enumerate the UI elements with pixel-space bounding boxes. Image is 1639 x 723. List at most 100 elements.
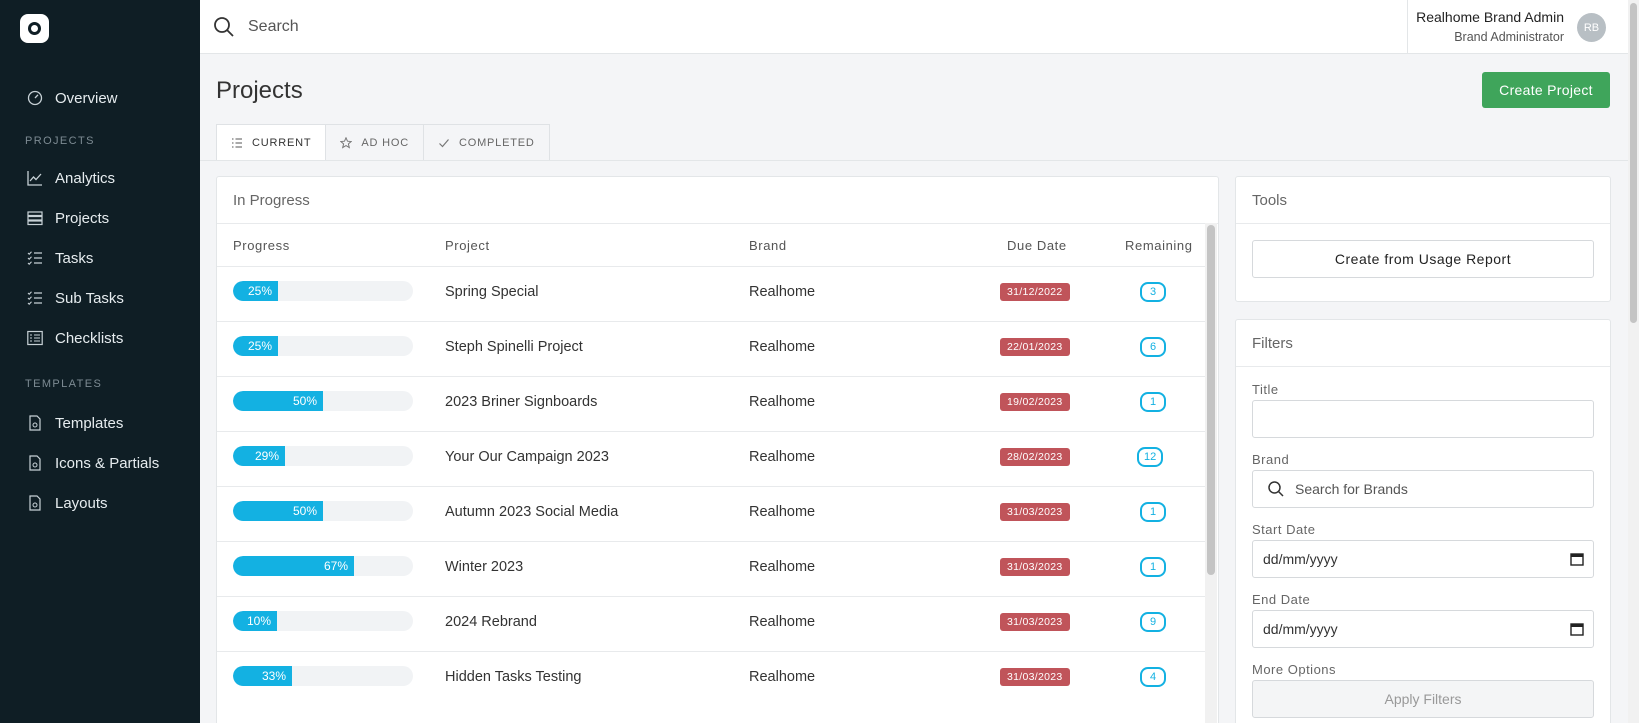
brand-name: Realhome bbox=[749, 394, 816, 410]
progress-bar: 50% bbox=[233, 501, 413, 521]
remaining-count-badge: 12 bbox=[1137, 447, 1164, 467]
create-from-usage-report-button[interactable]: Create from Usage Report bbox=[1252, 240, 1594, 278]
sidebar-item-label: Templates bbox=[55, 414, 124, 432]
remaining-count-badge: 6 bbox=[1140, 337, 1166, 357]
due-date-badge: 31/03/2023 bbox=[1000, 613, 1070, 631]
brand-name: Realhome bbox=[749, 284, 816, 300]
table-row[interactable]: 33% Hidden Tasks Testing Realhome 31/03/202… bbox=[217, 651, 1205, 706]
remaining-count-badge: 1 bbox=[1140, 502, 1166, 522]
table-row[interactable]: 10% 2024 Rebrand Realhome 31/03/2023 9 bbox=[217, 596, 1205, 651]
progress-fill: 33% bbox=[233, 666, 292, 686]
create-project-button[interactable]: Create Project bbox=[1482, 72, 1610, 108]
sidebar-item-label: Icons & Partials bbox=[55, 454, 160, 472]
sidebar-item-layouts[interactable]: Layouts bbox=[0, 485, 200, 521]
table-row[interactable]: 25% Steph Spinelli Project Realhome 22/01/2… bbox=[217, 321, 1205, 376]
project-tabs: CURRENT AD HOC COMPLETED bbox=[216, 124, 550, 161]
column-header-due-date[interactable]: Due Date bbox=[1007, 238, 1067, 253]
user-role: Brand Administrator bbox=[1454, 30, 1564, 44]
global-search-input[interactable] bbox=[248, 12, 948, 42]
project-name-link[interactable]: Hidden Tasks Testing bbox=[445, 669, 582, 685]
sidebar-item-overview[interactable]: Overview bbox=[0, 80, 200, 116]
project-name-link[interactable]: Autumn 2023 Social Media bbox=[445, 504, 618, 520]
tab-completed[interactable]: COMPLETED bbox=[423, 124, 550, 161]
project-name-link[interactable]: 2024 Rebrand bbox=[445, 614, 537, 630]
end-date-label: End Date bbox=[1252, 592, 1311, 607]
section-projects: PROJECTS bbox=[25, 135, 95, 147]
column-header-remaining[interactable]: Remaining bbox=[1125, 238, 1193, 253]
due-date-badge: 31/03/2023 bbox=[1000, 558, 1070, 576]
start-date-input[interactable]: dd/mm/yyyy bbox=[1252, 540, 1594, 578]
column-header-brand[interactable]: Brand bbox=[749, 238, 787, 253]
sidebar-item-templates[interactable]: Templates bbox=[0, 405, 200, 441]
progress-bar: 25% bbox=[233, 281, 413, 301]
search-icon bbox=[1267, 480, 1285, 498]
calendar-icon[interactable] bbox=[1570, 622, 1584, 636]
table-scrollbar[interactable] bbox=[1205, 223, 1217, 723]
table-row[interactable]: 67% Winter 2023 Realhome 31/03/2023 1 bbox=[217, 541, 1205, 596]
project-name-link[interactable]: Winter 2023 bbox=[445, 559, 523, 575]
column-header-progress[interactable]: Progress bbox=[233, 238, 290, 253]
brand-name: Realhome bbox=[749, 339, 816, 355]
apply-filters-button[interactable]: Apply Filters bbox=[1252, 680, 1594, 718]
page-scrollbar[interactable] bbox=[1628, 0, 1639, 723]
column-header-project[interactable]: Project bbox=[445, 238, 490, 253]
scrollbar-thumb[interactable] bbox=[1207, 225, 1215, 575]
remaining-count-badge: 9 bbox=[1140, 612, 1166, 632]
due-date-badge: 31/03/2023 bbox=[1000, 503, 1070, 521]
sidebar-item-icons-partials[interactable]: Icons & Partials bbox=[0, 445, 200, 481]
tab-label: CURRENT bbox=[252, 137, 312, 149]
due-date-badge: 31/12/2022 bbox=[1000, 283, 1070, 301]
sidebar-item-label: Checklists bbox=[55, 329, 124, 347]
card-title: Filters bbox=[1252, 335, 1293, 352]
search-icon bbox=[213, 16, 235, 38]
tab-current[interactable]: CURRENT bbox=[216, 124, 327, 161]
tab-ad-hoc[interactable]: AD HOC bbox=[326, 124, 424, 161]
brand-name: Realhome bbox=[749, 449, 816, 465]
table-row[interactable]: 50% 2023 Briner Signboards Realhome 19/02/2… bbox=[217, 376, 1205, 431]
remaining-count-badge: 1 bbox=[1140, 392, 1166, 412]
brand-name: Realhome bbox=[749, 669, 816, 685]
card-title: Tools bbox=[1252, 192, 1288, 209]
due-date-badge: 31/03/2023 bbox=[1000, 668, 1070, 686]
divider bbox=[200, 160, 1628, 161]
sidebar-item-analytics[interactable]: Analytics bbox=[0, 160, 200, 196]
remaining-count-badge: 3 bbox=[1140, 282, 1166, 302]
brand-filter-field[interactable]: Search for Brands bbox=[1252, 470, 1594, 508]
progress-fill: 25% bbox=[233, 336, 278, 356]
tab-label: AD HOC bbox=[361, 137, 409, 149]
sidebar-item-tasks[interactable]: Tasks bbox=[0, 240, 200, 276]
progress-fill: 67% bbox=[233, 556, 354, 576]
progress-bar: 50% bbox=[233, 391, 413, 411]
divider bbox=[217, 223, 1218, 224]
progress-bar: 25% bbox=[233, 336, 413, 356]
remaining-count-badge: 4 bbox=[1140, 667, 1166, 687]
table-row[interactable]: 29% Your Our Campaign 2023 Realhome 28/02/2… bbox=[217, 431, 1205, 486]
checklist-icon bbox=[25, 328, 45, 348]
sidebar-item-projects[interactable]: Projects bbox=[0, 200, 200, 236]
sidebar-item-label: Overview bbox=[55, 89, 118, 107]
project-name-link[interactable]: Spring Special bbox=[445, 284, 539, 300]
table-row[interactable]: 50% Autumn 2023 Social Media Realhome 31/03… bbox=[217, 486, 1205, 541]
chart-line-icon bbox=[25, 168, 45, 188]
section-templates: TEMPLATES bbox=[25, 378, 103, 390]
check-icon bbox=[438, 137, 450, 149]
brand-name: Realhome bbox=[749, 559, 816, 575]
avatar[interactable]: RB bbox=[1577, 13, 1606, 42]
project-name-link[interactable]: Your Our Campaign 2023 bbox=[445, 449, 609, 465]
project-name-link[interactable]: Steph Spinelli Project bbox=[445, 339, 583, 355]
sidebar-item-sub-tasks[interactable]: Sub Tasks bbox=[0, 280, 200, 316]
sidebar-item-checklists[interactable]: Checklists bbox=[0, 320, 200, 356]
calendar-icon[interactable] bbox=[1570, 552, 1584, 566]
list-icon bbox=[231, 137, 243, 149]
title-filter-input[interactable] bbox=[1252, 400, 1594, 438]
page-title: Projects bbox=[216, 77, 303, 104]
end-date-input[interactable]: dd/mm/yyyy bbox=[1252, 610, 1594, 648]
progress-fill: 25% bbox=[233, 281, 278, 301]
project-name-link[interactable]: 2023 Briner Signboards bbox=[445, 394, 597, 410]
user-name[interactable]: Realhome Brand Admin bbox=[1416, 9, 1564, 25]
more-options-toggle[interactable]: More Options bbox=[1252, 662, 1336, 677]
table-row[interactable]: 25% Spring Special Realhome 31/12/2022 3 bbox=[217, 266, 1205, 321]
scrollbar-thumb[interactable] bbox=[1630, 3, 1637, 323]
task-list-icon bbox=[25, 288, 45, 308]
app-logo[interactable] bbox=[20, 14, 49, 43]
